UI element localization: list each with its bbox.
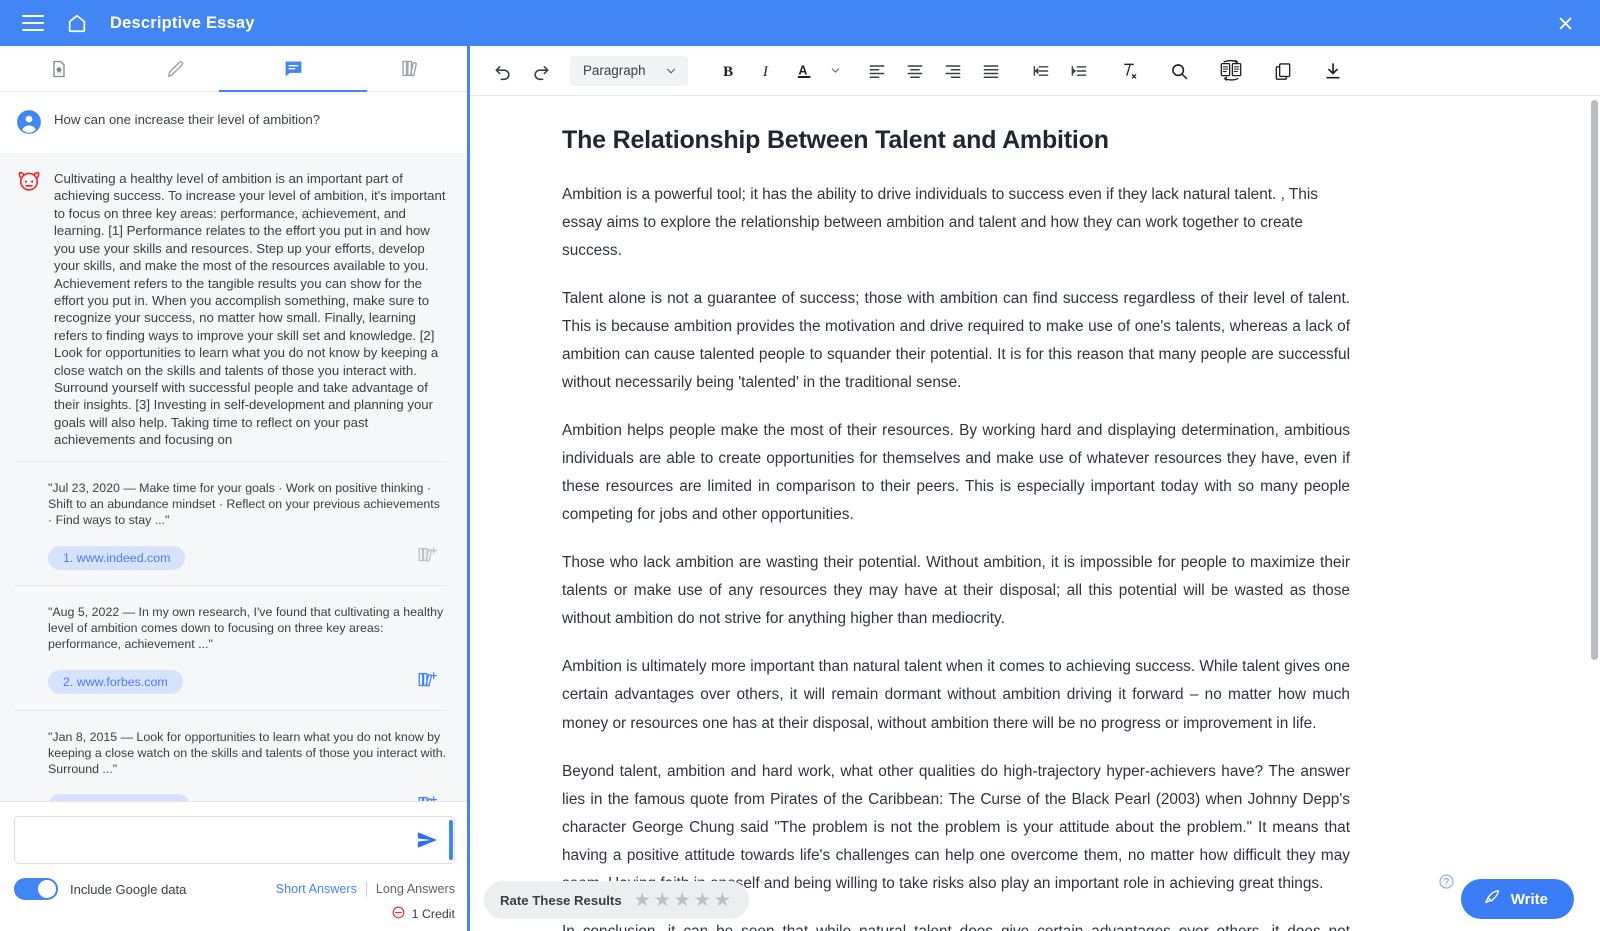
library-add-icon[interactable] — [417, 544, 439, 571]
star-5[interactable]: ★ — [714, 891, 731, 910]
chat-message-bot: Cultivating a healthy level of ambition … — [0, 153, 469, 461]
copy-icon[interactable] — [1264, 52, 1302, 90]
citation-row: 3. www.linkedin.com — [48, 793, 447, 801]
write-action-group: Write — [1438, 873, 1574, 919]
credit-indicator: 1 Credit — [14, 905, 455, 923]
composer-options: Include Google data Short Answers Long A… — [14, 878, 455, 900]
short-answers-link[interactable]: Short Answers — [276, 882, 366, 896]
hamburger-menu-icon[interactable] — [18, 8, 48, 38]
svg-text:A: A — [798, 63, 807, 77]
close-icon[interactable] — [1552, 10, 1578, 36]
document-paragraph: Talent alone is not a guarantee of succe… — [562, 285, 1350, 397]
document-paragraph: Those who lack ambition are wasting thei… — [562, 549, 1350, 633]
document-panel: Paragraph B I A — [470, 46, 1600, 931]
chevron-down-icon — [664, 64, 678, 78]
align-justify-icon[interactable] — [972, 52, 1010, 90]
citation-quote: "Aug 5, 2022 — In my own research, I've … — [48, 604, 447, 652]
text-color-button[interactable]: A — [786, 52, 824, 90]
download-icon[interactable] — [1314, 52, 1352, 90]
citation-quote: "Jul 23, 2020 — Make time for your goals… — [48, 480, 447, 528]
bot-avatar-icon — [14, 166, 44, 196]
send-icon[interactable] — [414, 829, 440, 851]
citation-source-chip[interactable]: 2. www.forbes.com — [48, 670, 183, 694]
library-add-icon[interactable] — [417, 669, 439, 696]
document-paragraph: Beyond talent, ambition and hard work, w… — [562, 758, 1350, 898]
chat-message-user: How can one increase their level of ambi… — [0, 92, 469, 153]
tab-chat[interactable] — [235, 46, 352, 91]
star-2[interactable]: ★ — [654, 891, 671, 910]
write-button[interactable]: Write — [1461, 879, 1574, 919]
redo-icon[interactable] — [522, 52, 560, 90]
clear-formatting-icon[interactable] — [1110, 52, 1148, 90]
write-button-label: Write — [1511, 891, 1548, 908]
undo-icon[interactable] — [484, 52, 522, 90]
bold-button[interactable]: B — [710, 52, 748, 90]
rate-results-bar: Rate These Results ★ ★ ★ ★ ★ — [484, 881, 749, 919]
outdent-icon[interactable] — [1022, 52, 1060, 90]
citation-source-chip[interactable]: 3. www.linkedin.com — [48, 794, 190, 801]
star-4[interactable]: ★ — [694, 891, 711, 910]
citation-item: "Aug 5, 2022 — In my own research, I've … — [14, 585, 447, 709]
citation-row: 2. www.forbes.com — [48, 669, 447, 696]
indent-icon[interactable] — [1060, 52, 1098, 90]
include-google-data-label: Include Google data — [70, 882, 186, 897]
document-paragraph: Ambition is a powerful tool; it has the … — [562, 181, 1350, 265]
star-rating[interactable]: ★ ★ ★ ★ ★ — [634, 891, 731, 910]
paragraph-style-select[interactable]: Paragraph — [570, 56, 688, 86]
paraphrase-icon[interactable] — [1210, 52, 1252, 90]
svg-text:B: B — [723, 64, 733, 80]
citation-quote: "Jan 8, 2015 — Look for opportunities to… — [48, 729, 447, 777]
long-answers-link[interactable]: Long Answers — [367, 882, 455, 896]
main-body: How can one increase their level of ambi… — [0, 46, 1600, 931]
tab-edit[interactable] — [117, 46, 234, 91]
panel-tabs — [0, 46, 469, 92]
document-scrollbar[interactable] — [1591, 100, 1598, 660]
help-circle-icon[interactable] — [1438, 873, 1455, 895]
user-avatar-icon — [14, 107, 44, 137]
write-button-icon — [1483, 888, 1501, 910]
answer-length-selector: Short Answers Long Answers — [276, 882, 455, 897]
paragraph-style-value: Paragraph — [583, 63, 646, 78]
credit-icon — [391, 905, 406, 923]
star-3[interactable]: ★ — [674, 891, 691, 910]
credit-text: 1 Credit — [412, 907, 455, 921]
svg-text:I: I — [762, 64, 769, 80]
tab-document-settings[interactable] — [0, 46, 117, 91]
document-title: The Relationship Between Talent and Ambi… — [562, 126, 1350, 155]
text-cursor — [449, 820, 453, 860]
chat-scroll-area[interactable]: How can one increase their level of ambi… — [0, 92, 469, 801]
user-message-text: How can one increase their level of ambi… — [54, 108, 320, 128]
library-add-icon[interactable] — [417, 793, 439, 801]
chat-composer: Include Google data Short Answers Long A… — [0, 801, 469, 931]
document-paragraph: In conclusion, it can be seen that while… — [562, 918, 1350, 931]
bot-message-text: Cultivating a healthy level of ambition … — [54, 167, 447, 449]
chat-panel: How can one increase their level of ambi… — [0, 46, 470, 931]
app-root: Descriptive Essay — [0, 0, 1600, 931]
document-paragraph: Ambition helps people make the most of t… — [562, 417, 1350, 529]
align-right-icon[interactable] — [934, 52, 972, 90]
align-center-icon[interactable] — [896, 52, 934, 90]
citation-source-chip[interactable]: 1. www.indeed.com — [48, 546, 185, 570]
chat-input[interactable] — [15, 817, 454, 863]
editor-toolbar: Paragraph B I A — [470, 46, 1600, 96]
star-1[interactable]: ★ — [634, 891, 651, 910]
text-color-chevron-down-icon[interactable] — [824, 52, 846, 90]
document-scroll-area[interactable]: The Relationship Between Talent and Ambi… — [470, 96, 1600, 931]
page-title: Descriptive Essay — [110, 14, 255, 33]
document-body[interactable]: The Relationship Between Talent and Ambi… — [470, 96, 1450, 931]
rate-results-label: Rate These Results — [500, 893, 622, 908]
italic-button[interactable]: I — [748, 52, 786, 90]
citation-list: "Jul 23, 2020 — Make time for your goals… — [0, 461, 469, 801]
include-google-data-toggle[interactable] — [14, 878, 58, 900]
document-paragraph: Ambition is ultimately more important th… — [562, 653, 1350, 737]
citation-item: "Jan 8, 2015 — Look for opportunities to… — [14, 710, 447, 802]
citation-item: "Jul 23, 2020 — Make time for your goals… — [14, 461, 447, 585]
home-icon[interactable] — [62, 8, 92, 38]
app-header: Descriptive Essay — [0, 0, 1600, 46]
search-icon[interactable] — [1160, 52, 1198, 90]
align-left-icon[interactable] — [858, 52, 896, 90]
citation-row: 1. www.indeed.com — [48, 544, 447, 571]
tab-library[interactable] — [352, 46, 469, 91]
chat-input-wrap — [14, 816, 455, 864]
